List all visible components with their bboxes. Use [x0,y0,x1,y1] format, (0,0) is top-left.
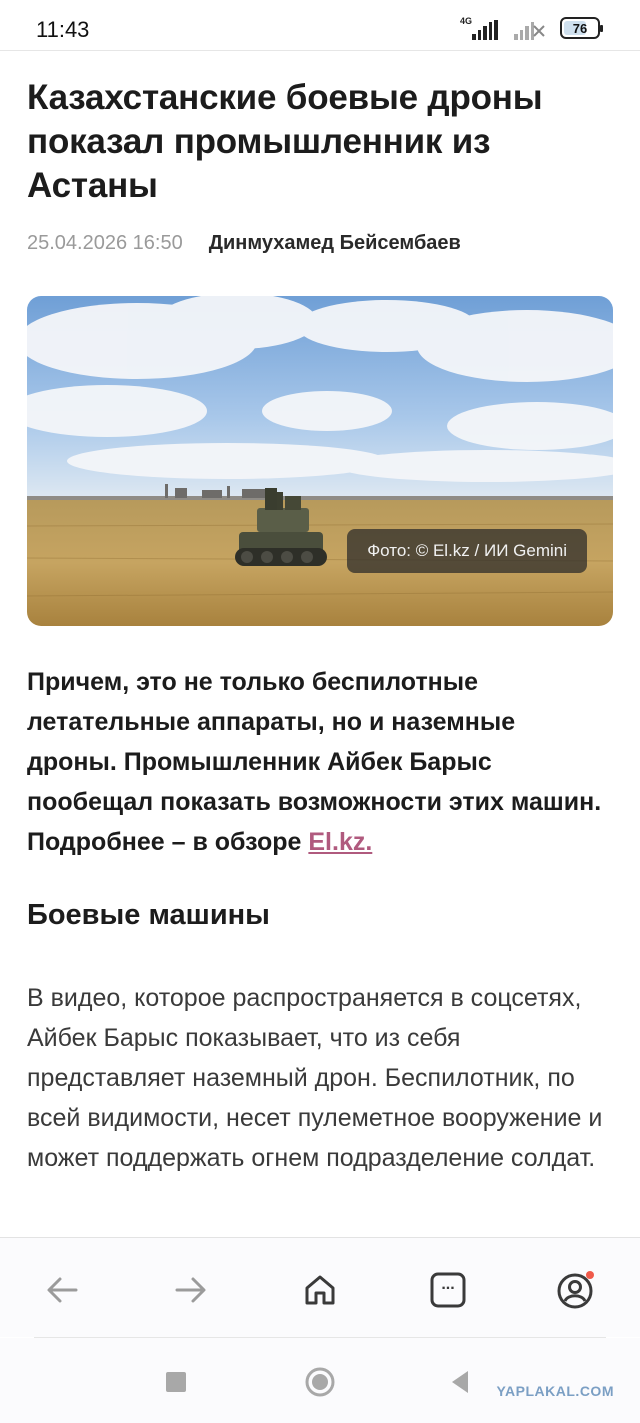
network-type-label: 4G [460,16,473,26]
status-divider [0,50,640,51]
browser-bottom-nav: ... [0,1237,640,1337]
forward-icon[interactable] [167,1266,215,1314]
section-heading: Боевые машины [27,899,270,931]
tabs-count-label: ... [441,1276,455,1293]
article-author[interactable]: Динмухамед Бейсембаев [209,232,461,255]
article-date: 25.04.2026 16:50 [27,232,183,254]
system-nav-bar [0,1338,640,1423]
article-lead: Причем, это не только беспилотные летате… [27,662,607,862]
watermark: YAPLAKAL.COM [496,1383,614,1399]
battery-icon: 76 [560,17,603,39]
article-meta: 25.04.2026 16:50 Динмухамед Бейсембаев [27,232,461,255]
home-icon[interactable] [296,1266,344,1314]
photo-caption: Фото: © El.kz / ИИ Gemini [347,529,587,573]
status-bar: 11:43 4G 76 [0,0,640,50]
profile-icon[interactable] [552,1266,600,1314]
battery-level: 76 [572,20,588,36]
status-time: 11:43 [36,17,90,42]
article-photo[interactable]: Фото: © El.kz / ИИ Gemini [27,296,613,626]
back-triangle-icon[interactable] [444,1366,476,1398]
home-circle-icon[interactable] [304,1366,336,1398]
back-icon[interactable] [38,1266,86,1314]
status-icons: 4G 76 [460,16,603,40]
cellular-signal-icon: 4G [460,16,500,40]
secondary-signal-icon [510,16,550,40]
source-link[interactable]: El.kz. [308,828,372,856]
article-body-paragraph: В видео, которое распространяется в соцс… [27,984,603,1172]
recents-icon[interactable] [160,1366,192,1398]
article-title: Казахстанские боевые дроны показал промы… [27,78,543,205]
tabs-icon[interactable]: ... [424,1266,472,1314]
